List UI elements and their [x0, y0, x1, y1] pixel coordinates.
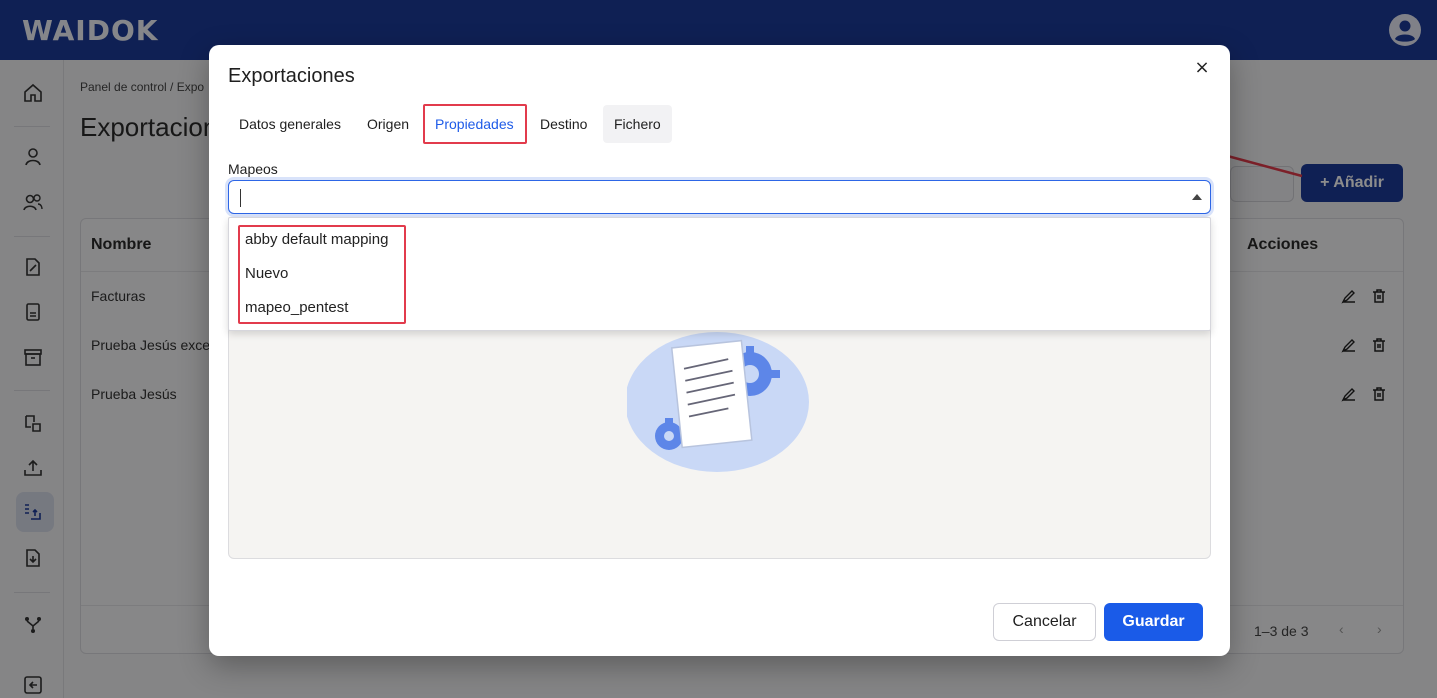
document-gears-illustration-icon	[627, 332, 809, 472]
save-button[interactable]: Guardar	[1104, 603, 1203, 641]
tab-destino[interactable]: Destino	[529, 105, 598, 143]
text-caret	[240, 189, 241, 207]
mapeos-input[interactable]	[239, 187, 1169, 209]
mapeos-label: Mapeos	[228, 161, 278, 177]
close-icon[interactable]: ×	[1193, 59, 1211, 77]
exportaciones-dialog: Exportaciones × Datos generales Origen P…	[209, 45, 1230, 656]
chevron-up-icon[interactable]	[1192, 194, 1202, 200]
tab-fichero[interactable]: Fichero	[603, 105, 672, 143]
cancel-button[interactable]: Cancelar	[993, 603, 1096, 641]
mapeos-select[interactable]	[228, 180, 1211, 214]
tab-datos-generales[interactable]: Datos generales	[228, 105, 352, 143]
dialog-title: Exportaciones	[228, 65, 355, 87]
tab-origen[interactable]: Origen	[356, 105, 420, 143]
annotation-highlight	[423, 104, 527, 144]
annotation-highlight	[238, 225, 406, 324]
mapeos-dropdown: abby default mapping Nuevo mapeo_pentest	[228, 217, 1211, 331]
